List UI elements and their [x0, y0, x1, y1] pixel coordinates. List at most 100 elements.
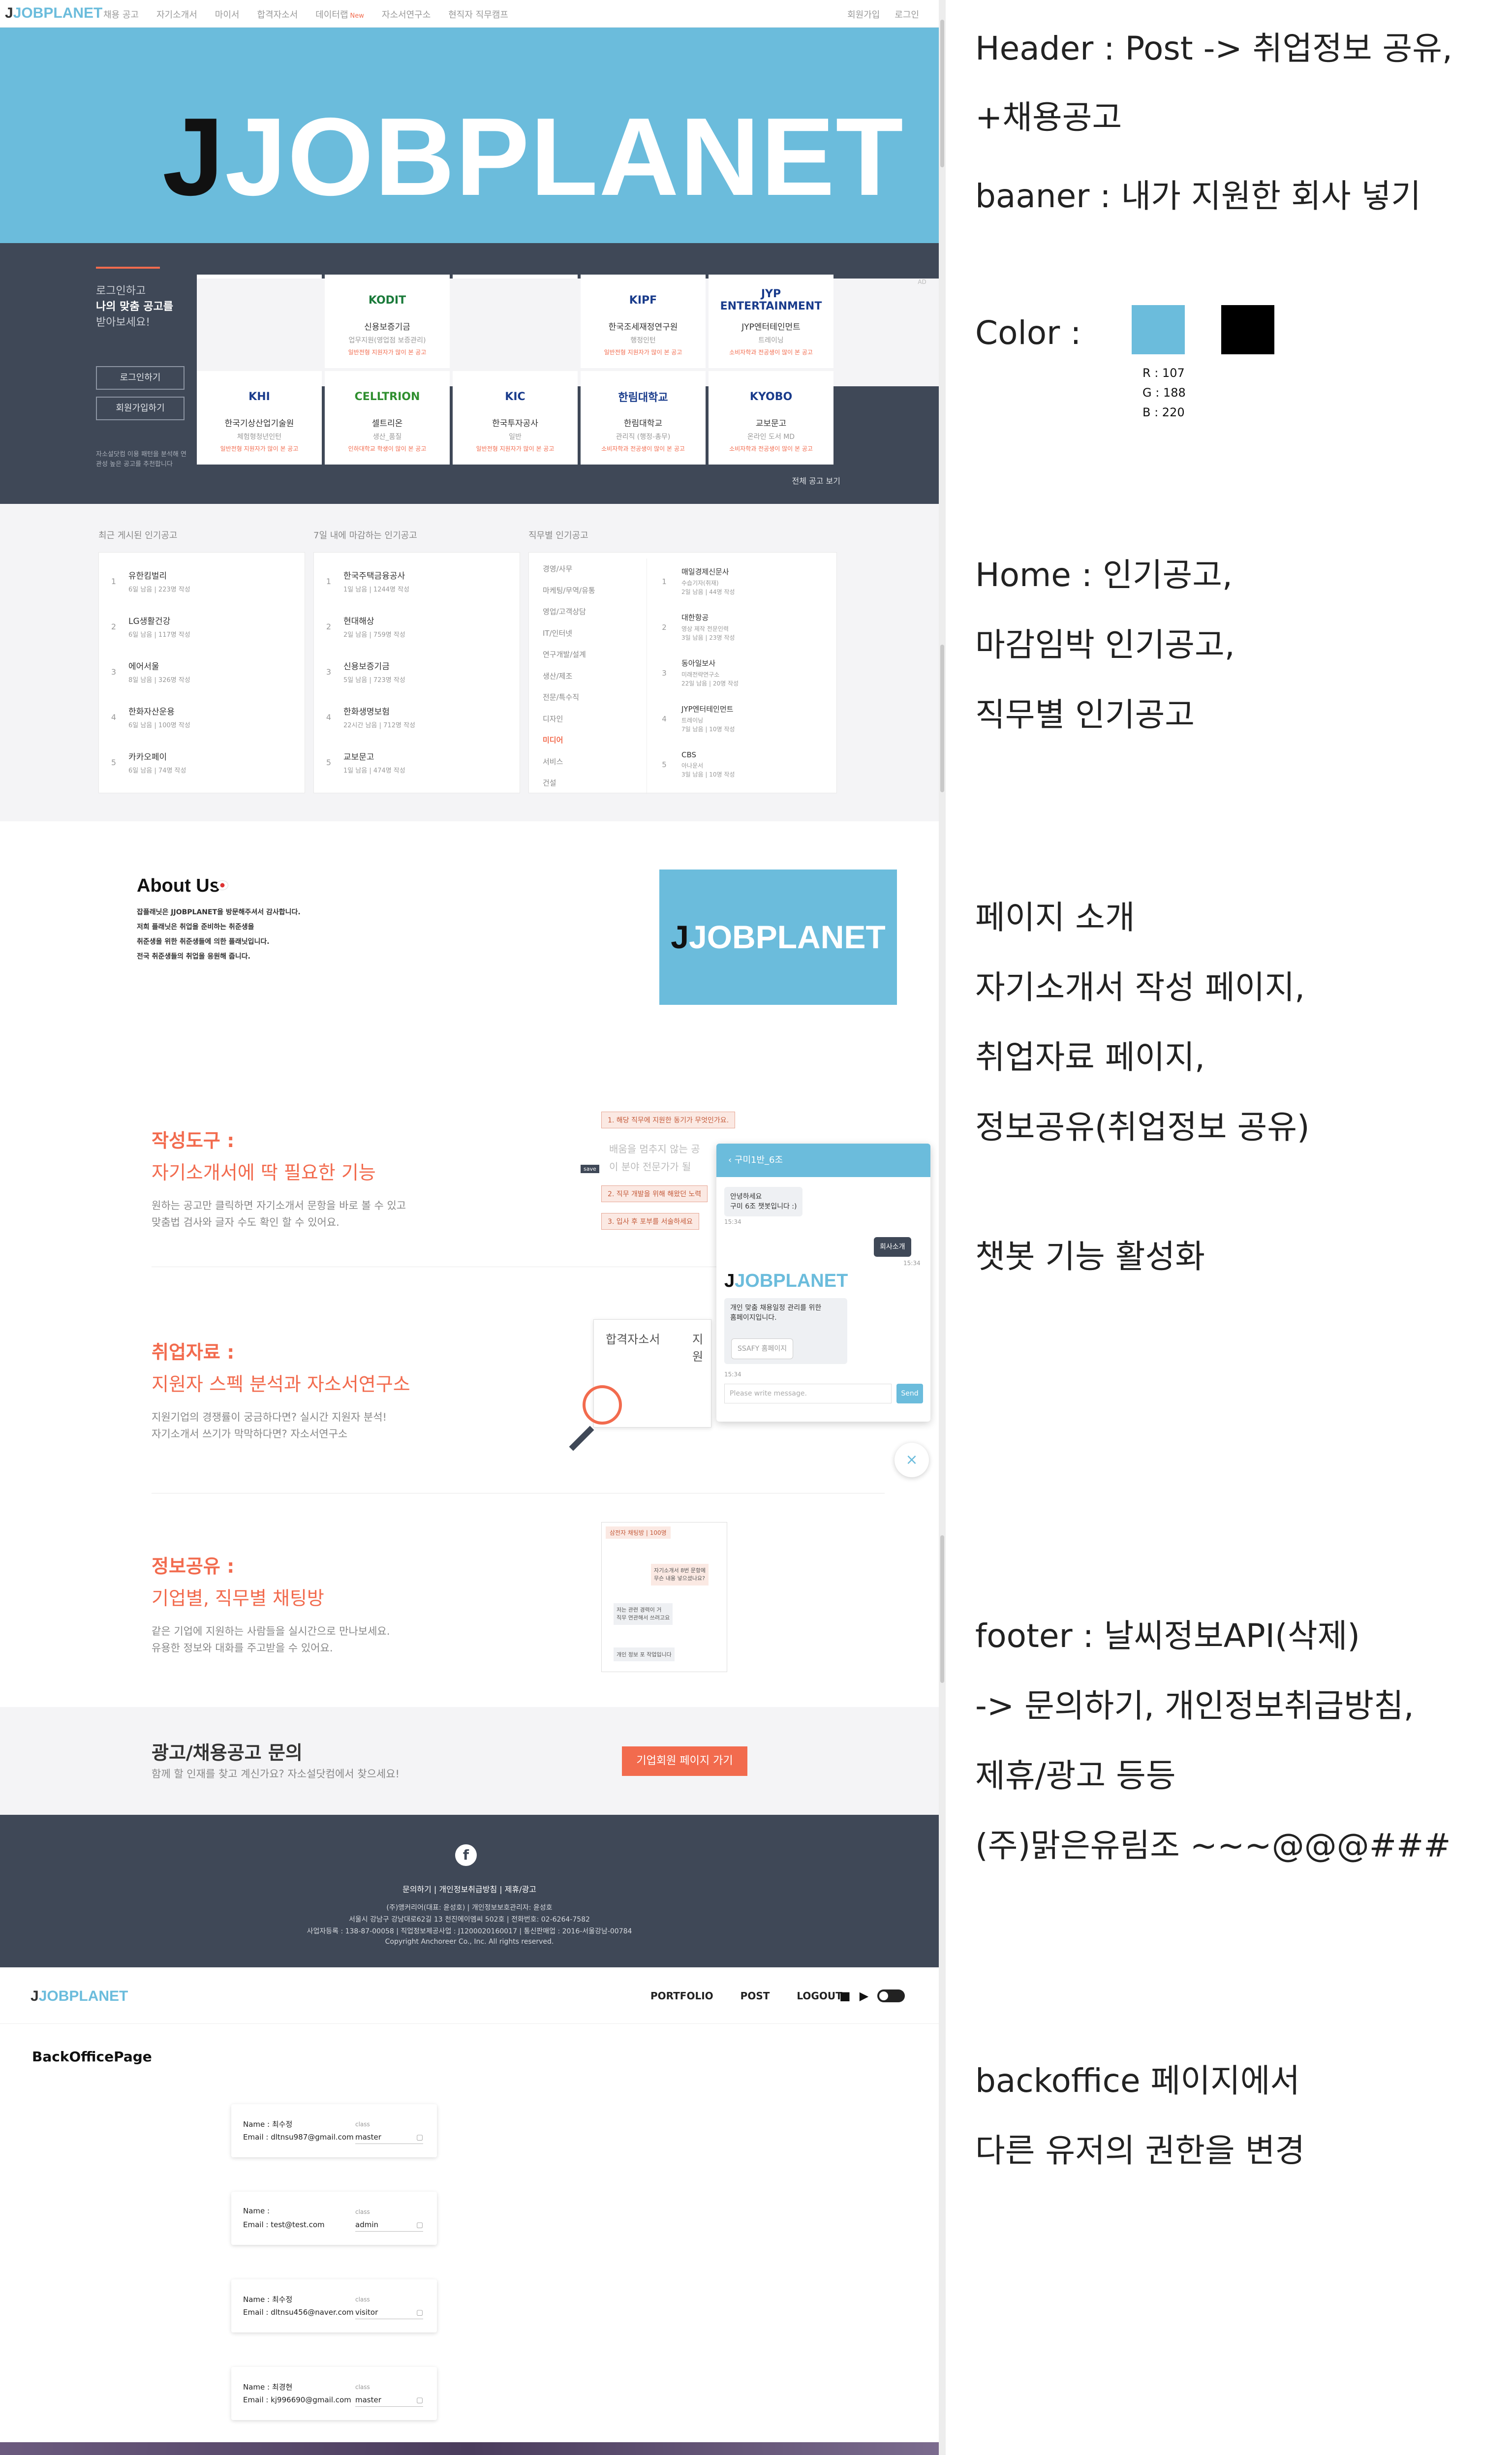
company-card[interactable]: 한화생명한화생명보험자소설닷컴 추천 공고AD: [453, 275, 939, 386]
login-button[interactable]: 로그인하기: [96, 366, 185, 390]
class-select[interactable]: visitor: [355, 2308, 423, 2319]
item-meta: 22시간 남음 | 712명 작성: [343, 722, 415, 729]
signup-button[interactable]: 회원가입하기: [96, 397, 185, 420]
class-select[interactable]: master: [355, 2133, 423, 2144]
company-card[interactable]: KIC 한국투자공사 일반 일반전형 지원자가 많이 본 공고: [453, 371, 578, 465]
item-text: LG생활건강 6일 남음 | 117명 작성: [128, 614, 190, 639]
company-card[interactable]: KIPF 한국조세재정연구원 행정인턴 일반전형 지원자가 많이 본 공고: [581, 275, 706, 368]
company-card[interactable]: KYOBO 교보문고 온라인 도서 MD 소비자학과 전공생이 많이 본 공고: [709, 371, 833, 465]
company-card[interactable]: KODIT 신용보증기금 업무지원(영업점 보증관리) 일반전형 지원자가 많이 본 …: [325, 275, 450, 368]
ssafy-homepage-button[interactable]: SSAFY 홈페이지: [731, 1338, 794, 1359]
item-meta: 6일 남음 | 100명 작성: [128, 722, 190, 729]
company-card[interactable]: 한림대학교 한림대학교 관리직 (행정-총무) 소비자학과 전공생이 많이 본 공고: [581, 371, 706, 465]
job-category-list: 경영/사무 마케팅/무역/유통 영업/고객상담 IT/인터넷 연구개발/설계 생산/제조 전…: [529, 559, 647, 794]
account-link[interactable]: 로그인: [895, 8, 919, 21]
backoffice-nav-item[interactable]: PORTFOLIO: [650, 1990, 713, 2002]
job-category-tab[interactable]: 미디어: [529, 730, 647, 751]
feature-sub: 자기소개서에 딱 필요한 기능: [152, 1162, 376, 1183]
note-line: 제휴/광고 등등: [975, 1757, 1176, 1795]
list-item[interactable]: 2 LG생활건강 6일 남음 | 117명 작성: [99, 604, 305, 649]
chat-message-input[interactable]: Please write message.: [724, 1384, 892, 1403]
list-item[interactable]: 3 동아일보사 미래전략연구소 22일 남음 | 20명 작성: [647, 650, 807, 696]
item-text: JYP엔터테인먼트 트레이닝 7일 남음 | 10명 작성: [681, 704, 735, 734]
list-item[interactable]: 1 유한킴벌리 6일 남음 | 223명 작성: [99, 559, 305, 604]
list-item[interactable]: 4 한화생명보험 22시간 남음 | 712명 작성: [314, 694, 520, 740]
job-category-tab[interactable]: 마케팅/무역/유통: [529, 580, 647, 601]
list-item[interactable]: 5 카카오페이 6일 남음 | 74명 작성: [99, 740, 305, 785]
company-card[interactable]: KHI 한국기상산업기술원 체험형청년인턴 일반전형 지원자가 많이 본 공고: [197, 371, 322, 465]
company-name: 한화자산운용: [128, 707, 175, 717]
question-tag: 1. 해당 직무에 지원한 동기가 무엇인가요.: [601, 1112, 736, 1128]
item-text: 동아일보사 미래전략연구소 22일 남음 | 20명 작성: [681, 658, 739, 688]
magnifier-icon: [583, 1385, 622, 1425]
feature-desc: 같은 기업에 지원하는 사람들을 실시간으로 만나보세요. 유용한 정보와 대화…: [152, 1625, 390, 1654]
scrollbar-thumb[interactable]: [940, 1535, 944, 1683]
scrollbar-thumb[interactable]: [940, 20, 944, 167]
account-link[interactable]: 회원가입: [847, 8, 880, 21]
class-select[interactable]: master: [355, 2395, 423, 2407]
company-name: 교보문고: [755, 419, 787, 429]
company-card[interactable]: HYUNDAI MnSOFT현대엠엔소프트지도/솔루션 개발 공고AD: [197, 275, 939, 386]
list-item[interactable]: 2 현대해상 2일 남음 | 759명 작성: [314, 604, 520, 649]
view-all-link[interactable]: 전체 공고 보기: [792, 474, 841, 486]
company-name: 셀트리온: [371, 419, 403, 429]
send-button[interactable]: Send: [896, 1384, 923, 1403]
job-category-tab[interactable]: 영업/고객상담: [529, 601, 647, 623]
scrollbar[interactable]: [939, 0, 946, 2455]
job-category-tab[interactable]: 디자인: [529, 708, 647, 730]
footer-links[interactable]: 문의하기 | 개인정보취급방침 | 제휴/광고: [0, 1883, 939, 1895]
nav-item[interactable]: 합격자소서: [257, 8, 298, 21]
backoffice-nav-item[interactable]: POST: [741, 1990, 770, 2002]
job-category-tab[interactable]: 전문/특수직: [529, 687, 647, 709]
about-line: 전국 취준생들의 취업을 응원해 줍니다.: [137, 953, 250, 961]
job-category-tab[interactable]: 생산/제조: [529, 665, 647, 687]
list-item[interactable]: 2 대한항공 영상 제작 전문인력 3일 남음 | 23명 작성: [647, 604, 807, 650]
play-icon[interactable]: ▶: [860, 1989, 868, 2003]
job-category-tab[interactable]: IT/인터넷: [529, 622, 647, 644]
backoffice-nav-item[interactable]: LOGOUT: [797, 1990, 842, 2002]
facebook-icon[interactable]: f: [455, 1844, 477, 1866]
backoffice-logo[interactable]: JJOBPLANET: [31, 1988, 128, 2005]
nav-item[interactable]: 채용 공고: [103, 8, 139, 21]
recommend-cards: HYUNDAI MnSOFT현대엠엔소프트지도/솔루션 개발 공고ADKODIT…: [197, 275, 939, 465]
list-item[interactable]: 4 JYP엔터테인먼트 트레이닝 7일 남음 | 10명 작성: [647, 696, 807, 742]
essay-lab-title2: 지원: [692, 1333, 704, 1364]
job-category-tab[interactable]: 경영/사무: [529, 559, 647, 580]
theme-toggle[interactable]: [877, 1989, 905, 2002]
company-page-button[interactable]: 기업회원 페이지 가기: [622, 1746, 747, 1776]
item-meta: 8일 남음 | 326명 작성: [128, 677, 190, 684]
list-item[interactable]: 3 신용보증기금 5일 남음 | 723명 작성: [314, 649, 520, 694]
job-category-tab[interactable]: 연구개발/설계: [529, 644, 647, 666]
class-select[interactable]: admin: [355, 2220, 423, 2232]
rank: 4: [111, 712, 117, 722]
list-item[interactable]: 1 한국주택금융공사 1일 남음 | 1244명 작성: [314, 559, 520, 604]
job-popular-box: 경영/사무 마케팅/무역/유통 영업/고객상담 IT/인터넷 연구개발/설계 생산/제조 전…: [528, 552, 837, 794]
list-item[interactable]: 4 한화자산운용 6일 남음 | 100명 작성: [99, 694, 305, 740]
note-header: Header : Post -> 취업정보 공유,: [975, 30, 1452, 67]
nav-item[interactable]: 현직자 직무캠프: [448, 8, 508, 21]
question-tag: 3. 입사 후 포부를 서술하세요: [601, 1213, 699, 1230]
list-item[interactable]: 5 CBS 아나운서 3일 남음 | 10명 작성: [647, 742, 807, 787]
nav-item[interactable]: 데이터랩 New: [315, 8, 364, 21]
list-item[interactable]: 5 교보문고 1일 남음 | 474명 작성: [314, 740, 520, 785]
bookmark-icon[interactable]: ■: [839, 1989, 851, 2003]
login-prompt: 로그인하고 나의 맞춤 공고를 받아보세요!: [96, 267, 189, 331]
job-title: 일반: [509, 433, 522, 441]
nav-item[interactable]: 자소서연구소: [382, 8, 431, 21]
item-meta: 1일 남음 | 474명 작성: [343, 767, 405, 775]
site-logo[interactable]: JJOBPLANET: [5, 5, 102, 22]
company-name: 한화생명보험: [343, 707, 390, 717]
close-chat-icon[interactable]: ×: [895, 1443, 929, 1477]
list-item[interactable]: 1 매일경제신문사 수습기자(취재) 2일 남음 | 44명 작성: [647, 559, 807, 604]
scrollbar-thumb[interactable]: [940, 645, 944, 792]
company-intro-button[interactable]: 회사소개: [874, 1237, 911, 1257]
about-logo-box: JJOBPLANET: [659, 870, 897, 1005]
company-card[interactable]: JYP ENTERTAINMENT JYP엔터테인먼트 트레이닝 소비자학과 전공생이…: [709, 275, 833, 368]
job-category-tab[interactable]: 건설: [529, 773, 647, 794]
back-arrow-icon[interactable]: ‹: [728, 1155, 735, 1165]
company-card[interactable]: CELLTRION 셀트리온 생산_품질 인하대학교 학생이 많이 본 공고: [325, 371, 450, 465]
list-item[interactable]: 3 에어서울 8일 남음 | 326명 작성: [99, 649, 305, 694]
nav-item[interactable]: 마이서: [215, 8, 240, 21]
job-category-tab[interactable]: 서비스: [529, 751, 647, 773]
nav-item[interactable]: 자기소개서: [156, 8, 197, 21]
